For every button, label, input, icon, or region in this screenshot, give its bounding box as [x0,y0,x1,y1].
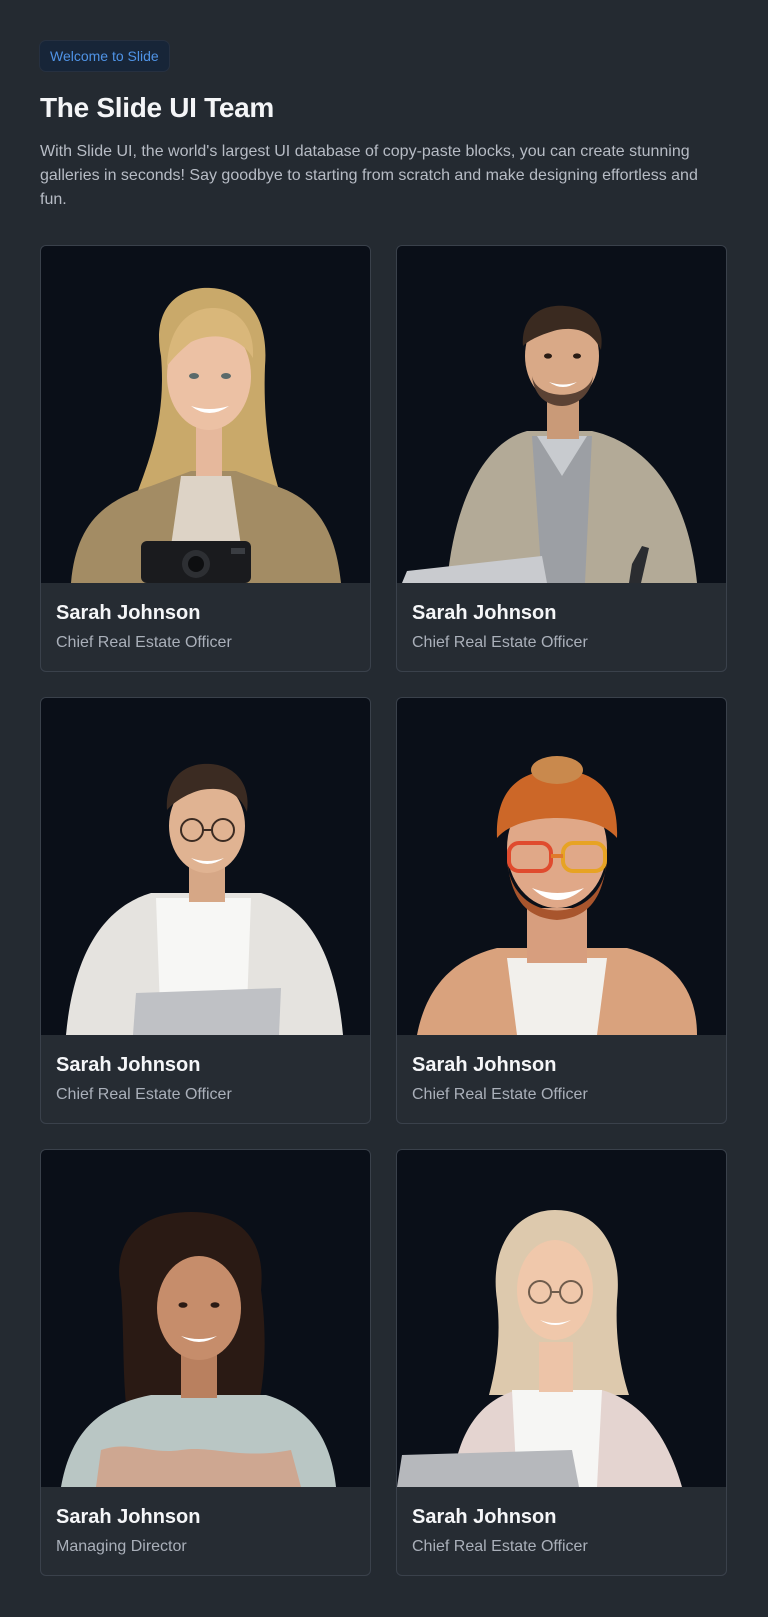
portrait-illustration [66,763,343,1035]
member-role: Managing Director [56,1538,187,1555]
portrait-illustration [402,305,697,583]
team-card[interactable]: Sarah Johnson Chief Real Estate Officer [396,697,727,1124]
team-member-photo [41,1150,370,1487]
member-role: Chief Real Estate Officer [56,1086,232,1103]
member-role: Chief Real Estate Officer [412,1086,588,1103]
member-name: Sarah Johnson [56,1506,201,1528]
team-card[interactable]: Sarah Johnson Chief Real Estate Officer [40,245,371,672]
member-name: Sarah Johnson [412,602,557,624]
portrait-illustration [397,1210,682,1487]
member-role: Chief Real Estate Officer [412,634,588,651]
team-grid: Sarah Johnson Chief Real Estate Officer [40,245,728,1576]
portrait-illustration [417,756,697,1035]
team-card[interactable]: Sarah Johnson Chief Real Estate Officer [40,697,371,1124]
team-member-photo [41,698,370,1035]
member-name: Sarah Johnson [412,1506,557,1528]
portrait-illustration [71,287,341,583]
team-member-photo [41,246,370,583]
team-member-photo [397,1150,726,1487]
team-card[interactable]: Sarah Johnson Chief Real Estate Officer [396,1149,727,1576]
team-card[interactable]: Sarah Johnson Managing Director [40,1149,371,1576]
member-role: Chief Real Estate Officer [56,634,232,651]
page-title: The Slide UI Team [40,92,274,123]
member-name: Sarah Johnson [412,1054,557,1076]
member-name: Sarah Johnson [56,602,201,624]
team-member-photo [397,698,726,1035]
page-description: With Slide UI, the world's largest UI da… [40,143,698,208]
portrait-illustration [61,1212,336,1487]
team-card[interactable]: Sarah Johnson Chief Real Estate Officer [396,245,727,672]
member-name: Sarah Johnson [56,1054,201,1076]
member-role: Chief Real Estate Officer [412,1538,588,1555]
team-section: Welcome to Slide The Slide UI Team With … [0,0,768,1617]
team-member-photo [397,246,726,583]
welcome-badge: Welcome to Slide [40,41,169,71]
